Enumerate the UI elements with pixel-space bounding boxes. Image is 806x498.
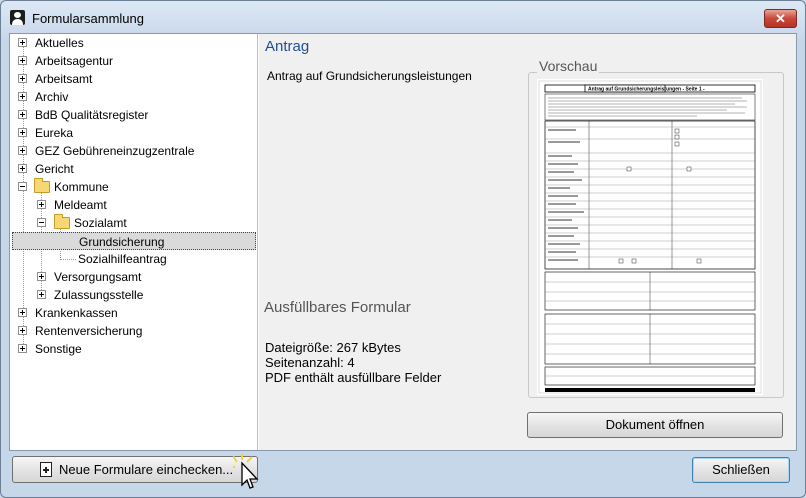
tree-item-versorgungsamt[interactable]: Versorgungsamt xyxy=(10,268,257,286)
expand-icon[interactable] xyxy=(18,56,27,65)
expand-icon[interactable] xyxy=(18,344,27,353)
tree-item-krankenkassen[interactable]: Krankenkassen xyxy=(10,304,257,322)
document-preview: Antrag auf Grundsicherungsleistungen - S… xyxy=(537,79,763,395)
detail-pane: Antrag Antrag auf Grundsicherungsleistun… xyxy=(259,34,796,450)
expand-icon[interactable] xyxy=(18,326,27,335)
tree-item-arbeitsamt[interactable]: Arbeitsamt xyxy=(10,70,257,88)
window-close-button[interactable]: ✕ xyxy=(764,9,797,28)
document-plus-icon xyxy=(40,462,52,477)
tree-item-arbeitsagentur[interactable]: Arbeitsagentur xyxy=(10,52,257,70)
mouse-pointer-icon xyxy=(233,454,259,489)
page-count: Seitenanzahl: 4 xyxy=(265,355,355,370)
tree-item-archiv[interactable]: Archiv xyxy=(10,88,257,106)
expand-icon[interactable] xyxy=(37,290,46,299)
section-heading: Ausfüllbares Formular xyxy=(264,299,411,316)
tree-item-gericht[interactable]: Gericht xyxy=(10,160,257,178)
tree-item-gez[interactable]: GEZ Gebühreneinzugzentrale xyxy=(10,142,257,160)
form-collection-window: Formularsammlung ✕ Aktuelles Arbeitsagen… xyxy=(0,0,806,498)
collapse-icon[interactable] xyxy=(37,218,46,227)
collapse-icon[interactable] xyxy=(18,182,27,191)
check-in-forms-button[interactable]: Neue Formulare einchecken... xyxy=(12,456,258,483)
form-description: Antrag auf Grundsicherungsleistungen xyxy=(267,69,472,83)
tree-item-sonstige[interactable]: Sonstige xyxy=(10,340,257,358)
expand-icon[interactable] xyxy=(37,200,46,209)
fillable-note: PDF enthält ausfüllbare Felder xyxy=(265,370,442,385)
expand-icon[interactable] xyxy=(18,74,27,83)
check-in-label: Neue Formulare einchecken... xyxy=(59,462,234,477)
expand-icon[interactable] xyxy=(18,308,27,317)
close-button[interactable]: Schließen xyxy=(692,457,790,483)
open-document-button[interactable]: Dokument öffnen xyxy=(527,412,783,438)
expand-icon[interactable] xyxy=(18,92,27,101)
tree-item-aktuelles[interactable]: Aktuelles xyxy=(10,34,257,52)
dialog-content: Aktuelles Arbeitsagentur Arbeitsamt Arch… xyxy=(9,33,797,451)
tree-item-zulassungsstelle[interactable]: Zulassungsstelle xyxy=(10,286,257,304)
tree-item-sozialamt[interactable]: Sozialamt xyxy=(10,214,257,232)
expand-icon[interactable] xyxy=(18,110,27,119)
tree-item-eureka[interactable]: Eureka xyxy=(10,124,257,142)
folder-icon xyxy=(54,214,70,229)
file-size: Dateigröße: 267 kBytes xyxy=(265,340,401,355)
folder-icon xyxy=(34,178,50,193)
expand-icon[interactable] xyxy=(18,164,27,173)
preview-label: Vorschau xyxy=(537,58,600,74)
title-bar: Formularsammlung ✕ xyxy=(1,1,805,35)
form-category-tree[interactable]: Aktuelles Arbeitsagentur Arbeitsamt Arch… xyxy=(10,34,258,450)
tree-item-meldeamt[interactable]: Meldeamt xyxy=(10,196,257,214)
expand-icon[interactable] xyxy=(18,38,27,47)
expand-icon[interactable] xyxy=(18,128,27,137)
expand-icon[interactable] xyxy=(37,272,46,281)
user-icon xyxy=(10,10,25,25)
tree-item-bdb-qualitaetsregister[interactable]: BdB Qualitätsregister xyxy=(10,106,257,124)
tree-item-grundsicherung[interactable]: Grundsicherung xyxy=(12,232,256,250)
window-title: Formularsammlung xyxy=(32,11,144,26)
tree-item-sozialhilfeantrag[interactable]: Sozialhilfeantrag xyxy=(10,250,257,268)
pdf-thumbnail: Antrag auf Grundsicherungsleistungen - S… xyxy=(538,80,762,394)
tree-item-rentenversicherung[interactable]: Rentenversicherung xyxy=(10,322,257,340)
form-heading: Antrag xyxy=(265,38,310,55)
tree-item-kommune[interactable]: Kommune xyxy=(10,178,257,196)
preview-document-title: Antrag auf Grundsicherungsleistungen - S… xyxy=(588,87,705,93)
expand-icon[interactable] xyxy=(18,146,27,155)
